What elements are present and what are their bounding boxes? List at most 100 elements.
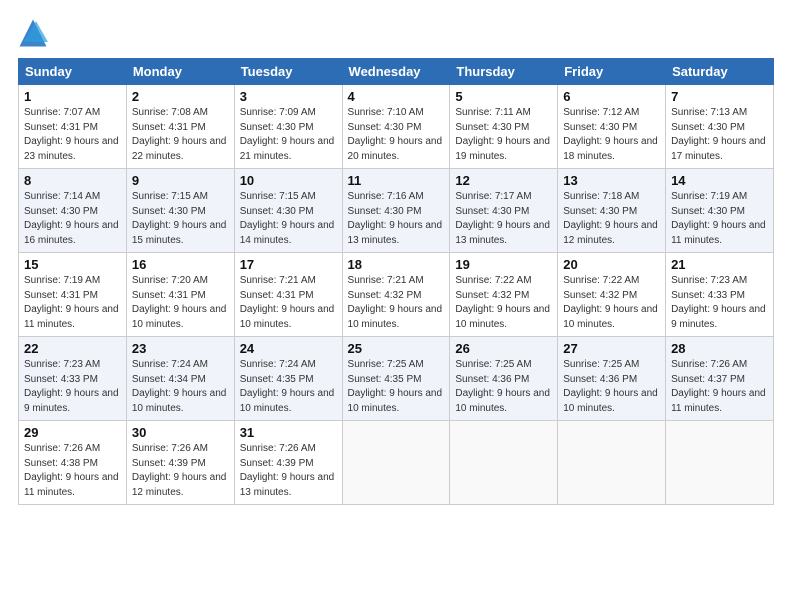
day-number: 10: [240, 173, 337, 188]
day-info: Sunrise: 7:21 AM Sunset: 4:32 PM Dayligh…: [348, 274, 445, 332]
calendar-cell: 24 Sunrise: 7:24 AM Sunset: 4:35 PM Dayl…: [234, 337, 342, 421]
day-info: Sunrise: 7:15 AM Sunset: 4:30 PM Dayligh…: [132, 190, 229, 248]
day-number: 17: [240, 257, 337, 272]
header: [18, 18, 774, 48]
day-number: 26: [455, 341, 552, 356]
calendar-cell: 29 Sunrise: 7:26 AM Sunset: 4:38 PM Dayl…: [19, 421, 127, 505]
day-info: Sunrise: 7:11 AM Sunset: 4:30 PM Dayligh…: [455, 106, 552, 164]
calendar-cell: 8 Sunrise: 7:14 AM Sunset: 4:30 PM Dayli…: [19, 169, 127, 253]
calendar-cell: 22 Sunrise: 7:23 AM Sunset: 4:33 PM Dayl…: [19, 337, 127, 421]
calendar-cell: 13 Sunrise: 7:18 AM Sunset: 4:30 PM Dayl…: [558, 169, 666, 253]
day-number: 3: [240, 89, 337, 104]
day-info: Sunrise: 7:12 AM Sunset: 4:30 PM Dayligh…: [563, 106, 660, 164]
day-number: 9: [132, 173, 229, 188]
calendar-header-thursday: Thursday: [450, 59, 558, 85]
day-number: 29: [24, 425, 121, 440]
day-info: Sunrise: 7:15 AM Sunset: 4:30 PM Dayligh…: [240, 190, 337, 248]
day-number: 5: [455, 89, 552, 104]
day-info: Sunrise: 7:18 AM Sunset: 4:30 PM Dayligh…: [563, 190, 660, 248]
calendar-cell: 7 Sunrise: 7:13 AM Sunset: 4:30 PM Dayli…: [666, 85, 774, 169]
calendar-cell: 30 Sunrise: 7:26 AM Sunset: 4:39 PM Dayl…: [126, 421, 234, 505]
day-number: 31: [240, 425, 337, 440]
day-info: Sunrise: 7:26 AM Sunset: 4:39 PM Dayligh…: [240, 442, 337, 500]
calendar-cell: 2 Sunrise: 7:08 AM Sunset: 4:31 PM Dayli…: [126, 85, 234, 169]
calendar-cell: 28 Sunrise: 7:26 AM Sunset: 4:37 PM Dayl…: [666, 337, 774, 421]
calendar-cell: [558, 421, 666, 505]
day-number: 18: [348, 257, 445, 272]
day-number: 19: [455, 257, 552, 272]
calendar-cell: 18 Sunrise: 7:21 AM Sunset: 4:32 PM Dayl…: [342, 253, 450, 337]
day-number: 28: [671, 341, 768, 356]
calendar-cell: 10 Sunrise: 7:15 AM Sunset: 4:30 PM Dayl…: [234, 169, 342, 253]
day-info: Sunrise: 7:17 AM Sunset: 4:30 PM Dayligh…: [455, 190, 552, 248]
calendar-header-sunday: Sunday: [19, 59, 127, 85]
calendar-cell: 16 Sunrise: 7:20 AM Sunset: 4:31 PM Dayl…: [126, 253, 234, 337]
day-info: Sunrise: 7:10 AM Sunset: 4:30 PM Dayligh…: [348, 106, 445, 164]
calendar-header-tuesday: Tuesday: [234, 59, 342, 85]
day-info: Sunrise: 7:26 AM Sunset: 4:37 PM Dayligh…: [671, 358, 768, 416]
day-info: Sunrise: 7:13 AM Sunset: 4:30 PM Dayligh…: [671, 106, 768, 164]
day-number: 16: [132, 257, 229, 272]
day-info: Sunrise: 7:22 AM Sunset: 4:32 PM Dayligh…: [455, 274, 552, 332]
day-info: Sunrise: 7:23 AM Sunset: 4:33 PM Dayligh…: [671, 274, 768, 332]
day-info: Sunrise: 7:09 AM Sunset: 4:30 PM Dayligh…: [240, 106, 337, 164]
day-number: 13: [563, 173, 660, 188]
day-number: 6: [563, 89, 660, 104]
day-info: Sunrise: 7:24 AM Sunset: 4:35 PM Dayligh…: [240, 358, 337, 416]
calendar-cell: 4 Sunrise: 7:10 AM Sunset: 4:30 PM Dayli…: [342, 85, 450, 169]
calendar-cell: 11 Sunrise: 7:16 AM Sunset: 4:30 PM Dayl…: [342, 169, 450, 253]
calendar-cell: 5 Sunrise: 7:11 AM Sunset: 4:30 PM Dayli…: [450, 85, 558, 169]
day-number: 23: [132, 341, 229, 356]
day-info: Sunrise: 7:19 AM Sunset: 4:30 PM Dayligh…: [671, 190, 768, 248]
day-number: 22: [24, 341, 121, 356]
day-info: Sunrise: 7:25 AM Sunset: 4:36 PM Dayligh…: [563, 358, 660, 416]
calendar-cell: 20 Sunrise: 7:22 AM Sunset: 4:32 PM Dayl…: [558, 253, 666, 337]
calendar-cell: 6 Sunrise: 7:12 AM Sunset: 4:30 PM Dayli…: [558, 85, 666, 169]
calendar-cell: 23 Sunrise: 7:24 AM Sunset: 4:34 PM Dayl…: [126, 337, 234, 421]
day-number: 30: [132, 425, 229, 440]
calendar-cell: 3 Sunrise: 7:09 AM Sunset: 4:30 PM Dayli…: [234, 85, 342, 169]
day-info: Sunrise: 7:25 AM Sunset: 4:35 PM Dayligh…: [348, 358, 445, 416]
day-info: Sunrise: 7:08 AM Sunset: 4:31 PM Dayligh…: [132, 106, 229, 164]
day-info: Sunrise: 7:25 AM Sunset: 4:36 PM Dayligh…: [455, 358, 552, 416]
day-number: 12: [455, 173, 552, 188]
calendar-cell: 14 Sunrise: 7:19 AM Sunset: 4:30 PM Dayl…: [666, 169, 774, 253]
day-info: Sunrise: 7:14 AM Sunset: 4:30 PM Dayligh…: [24, 190, 121, 248]
calendar-cell: 19 Sunrise: 7:22 AM Sunset: 4:32 PM Dayl…: [450, 253, 558, 337]
day-number: 14: [671, 173, 768, 188]
calendar-cell: 31 Sunrise: 7:26 AM Sunset: 4:39 PM Dayl…: [234, 421, 342, 505]
calendar-cell: [666, 421, 774, 505]
day-info: Sunrise: 7:16 AM Sunset: 4:30 PM Dayligh…: [348, 190, 445, 248]
calendar-cell: 15 Sunrise: 7:19 AM Sunset: 4:31 PM Dayl…: [19, 253, 127, 337]
day-info: Sunrise: 7:20 AM Sunset: 4:31 PM Dayligh…: [132, 274, 229, 332]
day-number: 11: [348, 173, 445, 188]
calendar-header-wednesday: Wednesday: [342, 59, 450, 85]
day-info: Sunrise: 7:22 AM Sunset: 4:32 PM Dayligh…: [563, 274, 660, 332]
calendar-header-monday: Monday: [126, 59, 234, 85]
page: SundayMondayTuesdayWednesdayThursdayFrid…: [0, 0, 792, 612]
day-info: Sunrise: 7:21 AM Sunset: 4:31 PM Dayligh…: [240, 274, 337, 332]
calendar-cell: 21 Sunrise: 7:23 AM Sunset: 4:33 PM Dayl…: [666, 253, 774, 337]
calendar-cell: 17 Sunrise: 7:21 AM Sunset: 4:31 PM Dayl…: [234, 253, 342, 337]
calendar-cell: 1 Sunrise: 7:07 AM Sunset: 4:31 PM Dayli…: [19, 85, 127, 169]
calendar-cell: [450, 421, 558, 505]
calendar-header-saturday: Saturday: [666, 59, 774, 85]
day-number: 4: [348, 89, 445, 104]
day-number: 15: [24, 257, 121, 272]
calendar-cell: 26 Sunrise: 7:25 AM Sunset: 4:36 PM Dayl…: [450, 337, 558, 421]
day-number: 21: [671, 257, 768, 272]
day-info: Sunrise: 7:23 AM Sunset: 4:33 PM Dayligh…: [24, 358, 121, 416]
logo: [18, 18, 52, 48]
calendar-cell: 9 Sunrise: 7:15 AM Sunset: 4:30 PM Dayli…: [126, 169, 234, 253]
day-number: 1: [24, 89, 121, 104]
day-info: Sunrise: 7:26 AM Sunset: 4:38 PM Dayligh…: [24, 442, 121, 500]
calendar-header-row: SundayMondayTuesdayWednesdayThursdayFrid…: [19, 59, 774, 85]
calendar-cell: 12 Sunrise: 7:17 AM Sunset: 4:30 PM Dayl…: [450, 169, 558, 253]
day-info: Sunrise: 7:26 AM Sunset: 4:39 PM Dayligh…: [132, 442, 229, 500]
day-info: Sunrise: 7:24 AM Sunset: 4:34 PM Dayligh…: [132, 358, 229, 416]
day-info: Sunrise: 7:19 AM Sunset: 4:31 PM Dayligh…: [24, 274, 121, 332]
day-number: 27: [563, 341, 660, 356]
day-number: 7: [671, 89, 768, 104]
calendar-header-friday: Friday: [558, 59, 666, 85]
calendar-cell: 25 Sunrise: 7:25 AM Sunset: 4:35 PM Dayl…: [342, 337, 450, 421]
